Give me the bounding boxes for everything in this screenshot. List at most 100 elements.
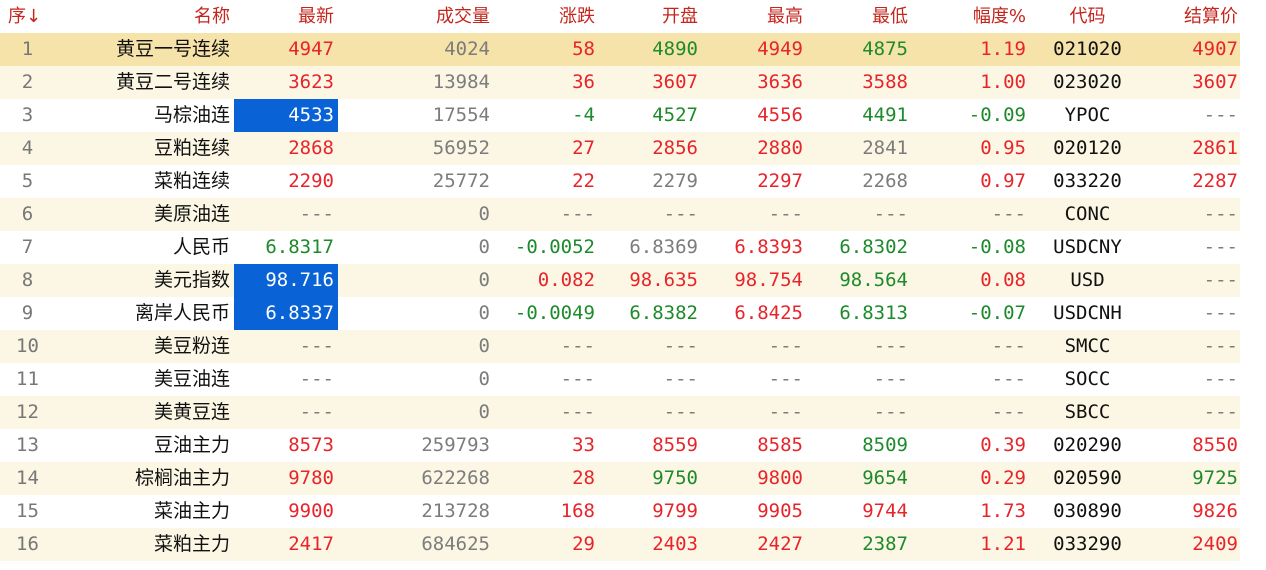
volume-cell: 4024 (444, 38, 490, 60)
last-price-cell: --- (299, 335, 334, 357)
table-row[interactable]: 14 棕榈油主力 9780 622268 28 9750 9800 9654 0.29 02059… (0, 462, 1240, 495)
settle-price-cell: 2287 (1192, 170, 1238, 192)
code-cell: SOCC (1064, 368, 1111, 390)
name-cell: 豆粕连续 (153, 137, 230, 159)
header-code[interactable]: 代码 (1040, 0, 1135, 33)
last-price-cell: 2868 (288, 137, 334, 159)
header-open[interactable]: 开盘 (600, 0, 698, 33)
table-row[interactable]: 5 菜粕连续 2290 25772 22 2279 2297 2268 0.97 033220 22… (0, 165, 1240, 198)
table-row[interactable]: 7 人民币 6.8317 0 -0.0052 6.8369 6.8393 6.8302 -0.0… (0, 231, 1240, 264)
table-row[interactable]: 12 美黄豆连 --- 0 --- --- --- --- --- SBCC --- (0, 396, 1240, 429)
table-row[interactable]: 4 豆粕连续 2868 56952 27 2856 2880 2841 0.95 020120 28… (0, 132, 1240, 165)
last-price-cell: 4947 (288, 38, 334, 60)
table-row[interactable]: 6 美原油连 --- 0 --- --- --- --- --- CONC --- (0, 198, 1240, 231)
high-price-cell: 8585 (757, 434, 803, 456)
high-price-cell: 4949 (757, 38, 803, 60)
settle-price-cell: 8550 (1192, 434, 1238, 456)
change-cell: 28 (572, 467, 595, 489)
code-cell: 021020 (1053, 38, 1122, 60)
last-price-cell: 2417 (288, 533, 334, 555)
last-price-cell: 9780 (288, 467, 334, 489)
settle-price-cell: 4907 (1192, 38, 1238, 60)
volume-cell: 56952 (432, 137, 490, 159)
volume-cell: 0 (478, 203, 490, 225)
header-last[interactable]: 最新 (234, 0, 338, 33)
change-percent-cell: 0.29 (980, 467, 1026, 489)
volume-cell: 17554 (432, 104, 490, 126)
header-settle[interactable]: 结算价 (1150, 0, 1238, 33)
high-price-cell: 6.8425 (734, 302, 803, 324)
change-percent-cell: -0.08 (968, 236, 1026, 258)
name-cell: 黄豆一号连续 (115, 38, 230, 60)
change-cell: 36 (572, 71, 595, 93)
change-cell: --- (560, 203, 595, 225)
table-row[interactable]: 1 黄豆一号连续 4947 4024 58 4890 4949 4875 1.19 021020 4… (0, 33, 1240, 66)
open-price-cell: 2856 (652, 137, 698, 159)
settle-price-cell: 2409 (1192, 533, 1238, 555)
code-cell: 020590 (1053, 467, 1122, 489)
name-cell: 人民币 (172, 236, 230, 258)
header-low[interactable]: 最低 (810, 0, 908, 33)
open-price-cell: --- (663, 401, 698, 423)
name-cell: 菜油主力 (153, 500, 230, 522)
last-price-cell: 6.8337 (234, 297, 338, 330)
change-percent-cell: 0.97 (980, 170, 1026, 192)
name-cell: 菜粕主力 (153, 533, 230, 555)
table-row[interactable]: 13 豆油主力 8573 259793 33 8559 8585 8509 0.39 020290… (0, 429, 1240, 462)
change-cell: 0.082 (537, 269, 595, 291)
low-price-cell: 4875 (862, 38, 908, 60)
name-cell: 黄豆二号连续 (115, 71, 230, 93)
volume-cell: 0 (478, 335, 490, 357)
change-percent-cell: -0.09 (968, 104, 1026, 126)
settle-price-cell: --- (1203, 335, 1238, 357)
settle-price-cell: 3607 (1192, 71, 1238, 93)
table-row[interactable]: 15 菜油主力 9900 213728 168 9799 9905 9744 1.73 03089… (0, 495, 1240, 528)
open-price-cell: 9799 (652, 500, 698, 522)
table-row[interactable]: 10 美豆粉连 --- 0 --- --- --- --- --- SMCC --- (0, 330, 1240, 363)
code-cell: 020290 (1053, 434, 1122, 456)
table-row[interactable]: 8 美元指数 98.716 0 0.082 98.635 98.754 98.564 0.08 U… (0, 264, 1240, 297)
table-row[interactable]: 16 菜粕主力 2417 684625 29 2403 2427 2387 1.21 033290… (0, 528, 1240, 561)
open-price-cell: 2279 (652, 170, 698, 192)
table-row[interactable]: 2 黄豆二号连续 3623 13984 36 3607 3636 3588 1.00 023020… (0, 66, 1240, 99)
header-high[interactable]: 最高 (705, 0, 803, 33)
open-price-cell: 8559 (652, 434, 698, 456)
seq-cell: 16 (16, 533, 39, 555)
code-cell: CONC (1064, 203, 1111, 225)
change-cell: 22 (572, 170, 595, 192)
change-percent-cell: 0.95 (980, 137, 1026, 159)
open-price-cell: 4527 (652, 104, 698, 126)
high-price-cell: 2880 (757, 137, 803, 159)
table-row[interactable]: 11 美豆油连 --- 0 --- --- --- --- --- SOCC --- (0, 363, 1240, 396)
volume-cell: 0 (478, 368, 490, 390)
low-price-cell: 2387 (862, 533, 908, 555)
header-name[interactable]: 名称 (60, 0, 230, 33)
change-cell: --- (560, 335, 595, 357)
code-cell: SBCC (1064, 401, 1111, 423)
settle-price-cell: --- (1203, 401, 1238, 423)
low-price-cell: --- (873, 203, 908, 225)
name-cell: 美豆油连 (153, 368, 230, 390)
open-price-cell: 4890 (652, 38, 698, 60)
table-row[interactable]: 3 马棕油连 4533 17554 -4 4527 4556 4491 -0.09 YPOC --- (0, 99, 1240, 132)
name-cell: 美元指数 (153, 269, 230, 291)
header-pct[interactable]: 幅度% (920, 0, 1026, 33)
last-price-cell: --- (299, 368, 334, 390)
header-seq[interactable]: 序↓ (0, 0, 55, 33)
header-volume[interactable]: 成交量 (360, 0, 490, 33)
table-row[interactable]: 9 离岸人民币 6.8337 0 -0.0049 6.8382 6.8425 6.8313 -0… (0, 297, 1240, 330)
seq-cell: 10 (16, 335, 39, 357)
volume-cell: 13984 (432, 71, 490, 93)
low-price-cell: 3588 (862, 71, 908, 93)
low-price-cell: 4491 (862, 104, 908, 126)
name-cell: 美黄豆连 (153, 401, 230, 423)
last-price-cell: 6.8317 (265, 236, 334, 258)
table-header: 序↓ 名称 最新 成交量 涨跌 开盘 最高 最低 幅度% 代码 结算价 (0, 0, 1240, 33)
settle-price-cell: --- (1203, 368, 1238, 390)
change-percent-cell: 1.19 (980, 38, 1026, 60)
open-price-cell: 9750 (652, 467, 698, 489)
change-percent-cell: --- (991, 368, 1026, 390)
open-price-cell: 3607 (652, 71, 698, 93)
header-change[interactable]: 涨跌 (500, 0, 595, 33)
change-percent-cell: 0.08 (980, 269, 1026, 291)
